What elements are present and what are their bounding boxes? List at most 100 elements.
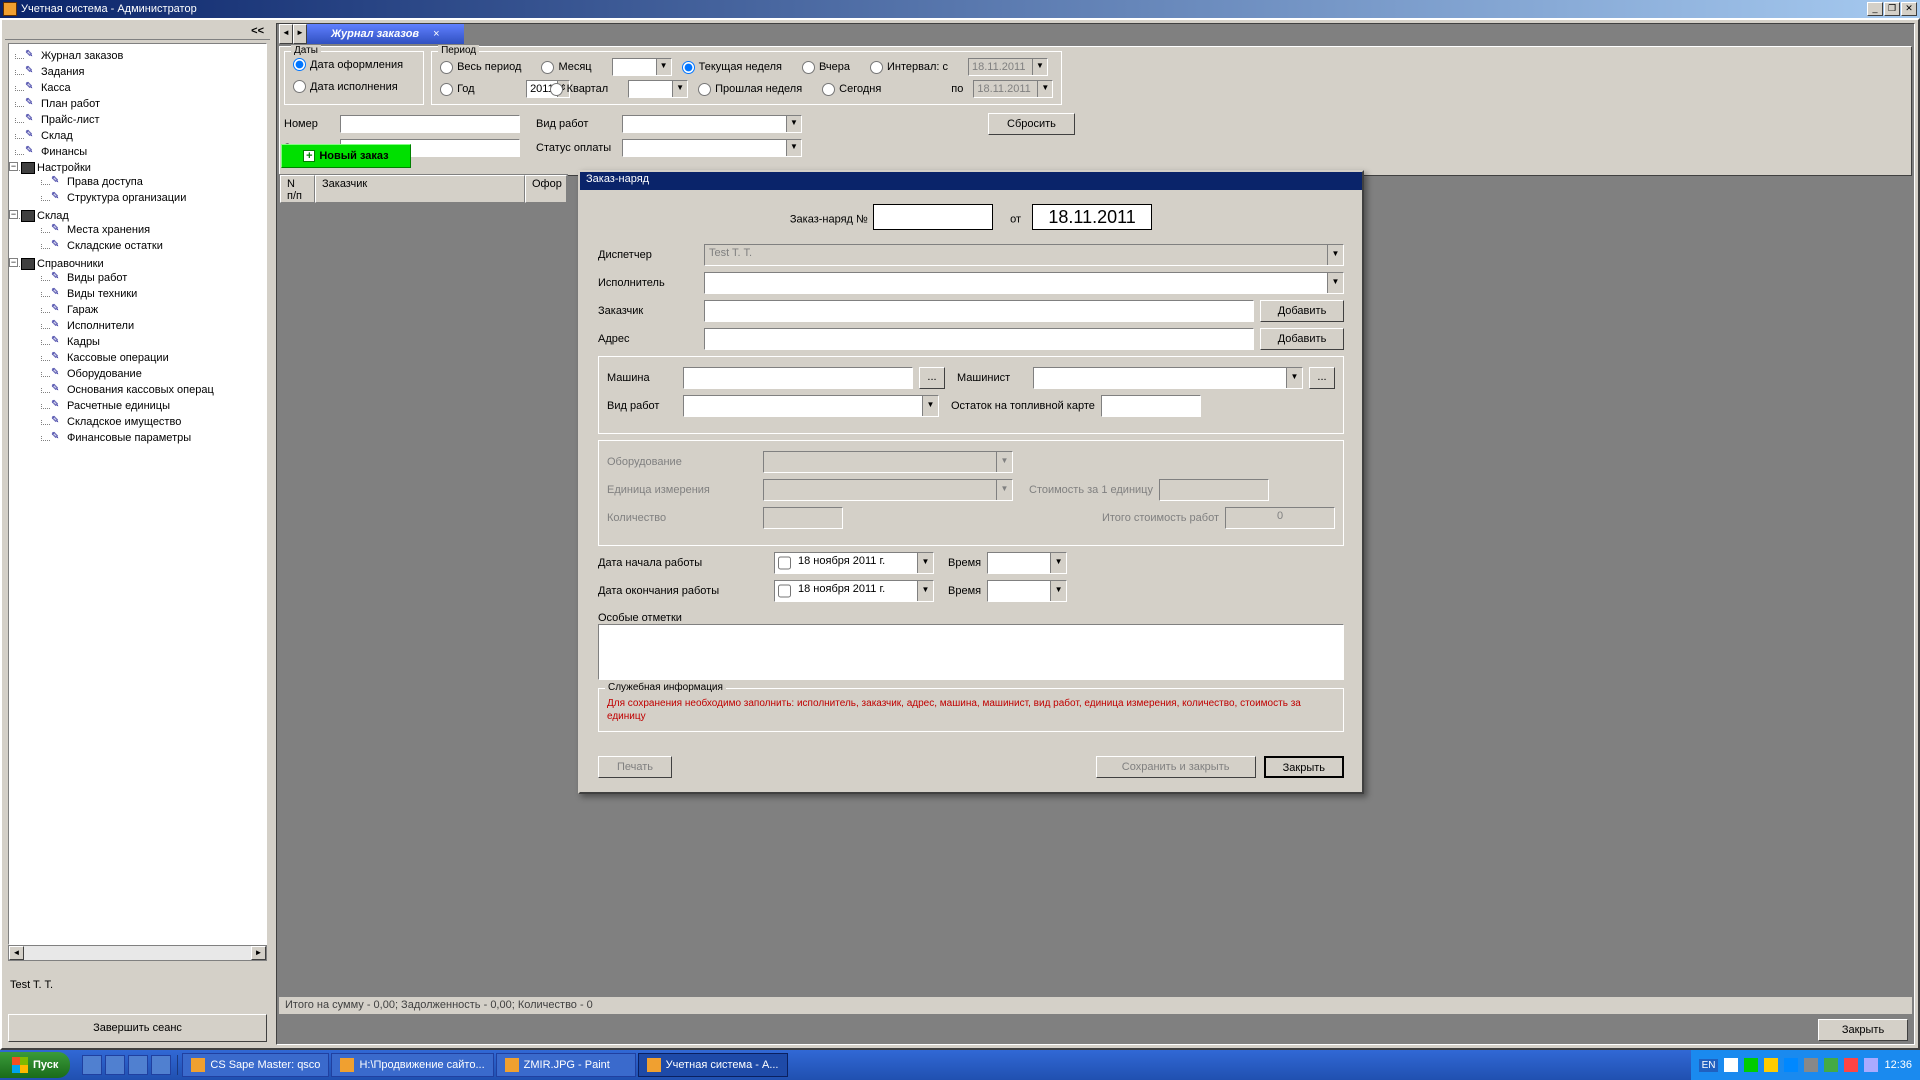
worktype-combo[interactable]: ▼ <box>683 395 939 417</box>
collapse-icon[interactable]: − <box>9 162 18 171</box>
tray-icon[interactable] <box>1804 1058 1818 1072</box>
tree-item[interactable]: Склад <box>11 128 264 144</box>
tray-icon[interactable] <box>1764 1058 1778 1072</box>
tree-item[interactable]: Складские остатки <box>37 238 264 254</box>
radio-today[interactable]: Сегодня <box>822 83 881 96</box>
tab-prev-button[interactable]: ◄ <box>279 24 293 44</box>
language-indicator[interactable]: EN <box>1699 1059 1719 1072</box>
end-session-button[interactable]: Завершить сеанс <box>8 1014 267 1042</box>
tree-folder-warehouse[interactable]: −Склад Места хранения Складские остатки <box>11 208 264 256</box>
task-item[interactable]: CS Sape Master: qsco <box>182 1053 329 1077</box>
tree-item[interactable]: Кассовые операции <box>37 350 264 366</box>
radio-interval[interactable]: Интервал: с <box>870 61 948 74</box>
collapse-icon[interactable]: − <box>9 258 18 267</box>
task-item[interactable]: H:\Продвижение сайто... <box>331 1053 493 1077</box>
tree-item[interactable]: Права доступа <box>37 174 264 190</box>
tree-item[interactable]: Кадры <box>37 334 264 350</box>
customer-field[interactable] <box>704 300 1254 322</box>
end-time-combo[interactable]: ▼ <box>987 580 1067 602</box>
radio-prev-week[interactable]: Прошлая неделя <box>698 83 802 96</box>
navigation-tree[interactable]: Журнал заказов Задания Касса План работ … <box>8 43 267 945</box>
print-button[interactable]: Печать <box>598 756 672 778</box>
tree-item[interactable]: Места хранения <box>37 222 264 238</box>
collapse-icon[interactable]: − <box>9 210 18 219</box>
machine-browse-button[interactable]: ... <box>919 367 945 389</box>
dispatcher-combo[interactable]: Test T. T.▼ <box>704 244 1344 266</box>
collapse-panel-button[interactable]: << <box>5 23 270 40</box>
notes-textarea[interactable] <box>598 624 1344 680</box>
end-date-picker[interactable]: 18 ноября 2011 г.▼ <box>774 580 934 602</box>
tree-item[interactable]: План работ <box>11 96 264 112</box>
tray-icon[interactable] <box>1864 1058 1878 1072</box>
address-field[interactable] <box>704 328 1254 350</box>
tree-folder-settings[interactable]: −Настройки Права доступа Структура орган… <box>11 160 264 208</box>
tree-item[interactable]: Структура организации <box>37 190 264 206</box>
col-number[interactable]: N п/п <box>280 175 315 203</box>
tree-item[interactable]: Виды работ <box>37 270 264 286</box>
radio-whole-period[interactable]: Весь период <box>440 61 521 74</box>
start-date-picker[interactable]: 18 ноября 2011 г.▼ <box>774 552 934 574</box>
tray-icon[interactable] <box>1784 1058 1798 1072</box>
col-ofor[interactable]: Офор <box>525 175 567 203</box>
quick-launch-icon[interactable] <box>151 1055 171 1075</box>
interval-from-date[interactable]: 18.11.2011▼ <box>968 58 1048 76</box>
modal-close-button[interactable]: Закрыть <box>1264 756 1344 778</box>
month-combo[interactable]: ▼ <box>612 58 672 76</box>
tree-item[interactable]: Оборудование <box>37 366 264 382</box>
tree-item[interactable]: Финансы <box>11 144 264 160</box>
machinist-browse-button[interactable]: ... <box>1309 367 1335 389</box>
add-address-button[interactable]: Добавить <box>1260 328 1344 350</box>
tray-icon[interactable] <box>1824 1058 1838 1072</box>
tree-item[interactable]: Задания <box>11 64 264 80</box>
tab-orders[interactable]: Журнал заказов× <box>307 24 464 44</box>
worktype-combo[interactable]: ▼ <box>622 115 802 133</box>
tree-item[interactable]: Журнал заказов <box>11 48 264 64</box>
machinist-combo[interactable]: ▼ <box>1033 367 1303 389</box>
start-time-combo[interactable]: ▼ <box>987 552 1067 574</box>
radio-month[interactable]: Месяц <box>541 61 591 74</box>
tree-item[interactable]: Складское имущество <box>37 414 264 430</box>
tree-folder-refs[interactable]: −Справочники Виды работ Виды техники Гар… <box>11 256 264 448</box>
tree-item[interactable]: Прайс-лист <box>11 112 264 128</box>
tray-icon[interactable] <box>1744 1058 1758 1072</box>
new-order-button[interactable]: +Новый заказ <box>281 144 411 168</box>
tab-next-button[interactable]: ► <box>293 24 307 44</box>
maximize-button[interactable]: ❐ <box>1884 2 1900 16</box>
paystatus-combo[interactable]: ▼ <box>622 139 802 157</box>
task-item[interactable]: ZMIR.JPG - Paint <box>496 1053 636 1077</box>
fuel-field[interactable] <box>1101 395 1201 417</box>
number-input[interactable] <box>340 115 520 133</box>
scroll-left-button[interactable]: ◄ <box>9 946 24 960</box>
close-button[interactable]: ✕ <box>1901 2 1917 16</box>
radio-cur-week[interactable]: Текущая неделя <box>682 61 782 74</box>
task-item-active[interactable]: Учетная система - А... <box>638 1053 788 1077</box>
tree-item[interactable]: Гараж <box>37 302 264 318</box>
interval-to-date[interactable]: 18.11.2011▼ <box>973 80 1053 98</box>
save-close-button[interactable]: Сохранить и закрыть <box>1096 756 1256 778</box>
tree-item[interactable]: Касса <box>11 80 264 96</box>
add-customer-button[interactable]: Добавить <box>1260 300 1344 322</box>
tree-item[interactable]: Расчетные единицы <box>37 398 264 414</box>
quarter-combo[interactable]: ▼ <box>628 80 688 98</box>
quick-launch-icon[interactable] <box>105 1055 125 1075</box>
tab-close-icon[interactable]: × <box>433 28 439 40</box>
scroll-right-button[interactable]: ► <box>251 946 266 960</box>
tree-item[interactable]: Основания кассовых операц <box>37 382 264 398</box>
tray-icon[interactable] <box>1844 1058 1858 1072</box>
radio-year[interactable]: Год <box>440 83 506 96</box>
tree-item[interactable]: Финансовые параметры <box>37 430 264 446</box>
tree-item[interactable]: Исполнители <box>37 318 264 334</box>
quick-launch-icon[interactable] <box>82 1055 102 1075</box>
machine-field[interactable] <box>683 367 913 389</box>
col-customer[interactable]: Заказчик <box>315 175 525 203</box>
tree-item[interactable]: Виды техники <box>37 286 264 302</box>
start-button[interactable]: Пуск <box>0 1052 70 1078</box>
executor-combo[interactable]: ▼ <box>704 272 1344 294</box>
radio-yesterday[interactable]: Вчера <box>802 61 850 74</box>
clock[interactable]: 12:36 <box>1884 1059 1912 1071</box>
radio-date-reg[interactable]: Дата оформления <box>293 58 403 71</box>
content-close-button[interactable]: Закрыть <box>1818 1019 1908 1041</box>
quick-launch-icon[interactable] <box>128 1055 148 1075</box>
radio-quarter[interactable]: Квартал <box>550 83 609 96</box>
radio-date-exec[interactable]: Дата исполнения <box>293 80 398 93</box>
